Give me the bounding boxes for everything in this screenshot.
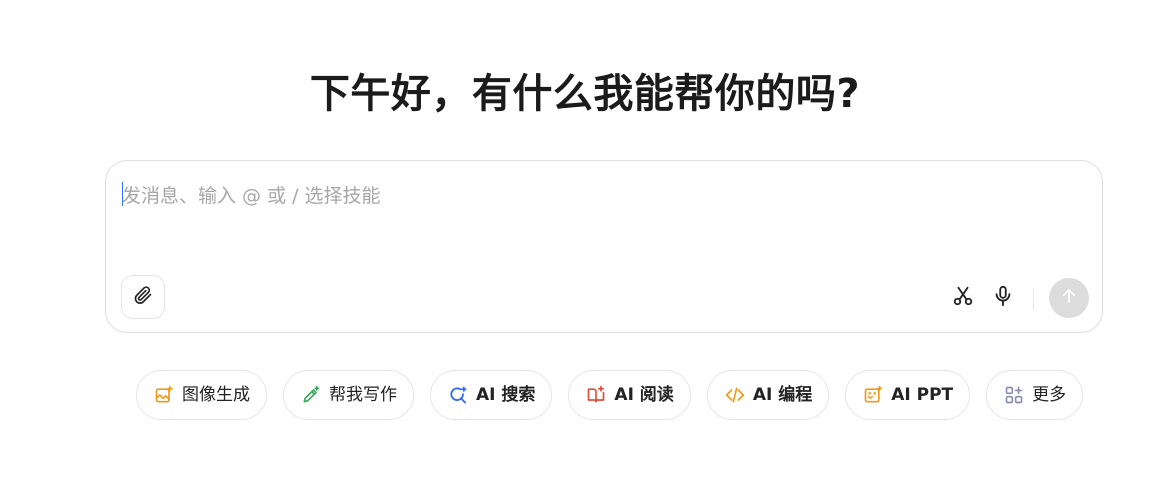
arrow-up-icon bbox=[1060, 287, 1078, 309]
chip-label: AI 搜索 bbox=[476, 385, 536, 405]
send-button[interactable] bbox=[1049, 278, 1089, 318]
code-icon bbox=[725, 385, 745, 405]
chip-ai-search[interactable]: AI 搜索 bbox=[430, 370, 553, 420]
page-title: 下午好，有什么我能帮你的吗? bbox=[309, 71, 861, 117]
attach-button[interactable] bbox=[121, 275, 165, 319]
chip-ai-reading[interactable]: AI 阅读 bbox=[568, 370, 691, 420]
chat-composer bbox=[105, 160, 1103, 333]
chip-label: AI 编程 bbox=[752, 385, 813, 405]
search-sparkle-icon bbox=[448, 385, 468, 405]
chip-label: 更多 bbox=[1032, 385, 1067, 405]
microphone-icon bbox=[992, 285, 1014, 311]
grid-more-icon bbox=[1004, 385, 1024, 405]
scissors-icon bbox=[952, 285, 974, 311]
chip-more[interactable]: 更多 bbox=[986, 370, 1084, 420]
message-input[interactable] bbox=[122, 179, 1082, 213]
chip-writing[interactable]: 帮我写作 bbox=[283, 370, 414, 420]
pen-sparkle-icon bbox=[301, 385, 321, 405]
chip-label: AI PPT bbox=[891, 385, 954, 405]
voice-input-button[interactable] bbox=[989, 284, 1017, 312]
image-sparkle-icon bbox=[154, 385, 174, 405]
presentation-icon bbox=[863, 385, 883, 405]
chip-label: 帮我写作 bbox=[329, 385, 397, 405]
paperclip-icon bbox=[133, 285, 153, 309]
chip-label: AI 阅读 bbox=[614, 385, 674, 405]
book-open-icon bbox=[586, 385, 606, 405]
chip-ai-ppt[interactable]: AI PPT bbox=[845, 370, 971, 420]
screenshot-button[interactable] bbox=[949, 284, 977, 312]
chip-label: 图像生成 bbox=[182, 385, 250, 405]
chip-ai-coding[interactable]: AI 编程 bbox=[706, 370, 830, 420]
skill-chips: 图像生成 帮我写作 AI 搜索 AI 阅读 AI 编程 AI PPT 更多 bbox=[136, 370, 1084, 422]
toolbar-divider bbox=[1033, 288, 1034, 310]
chip-image-generation[interactable]: 图像生成 bbox=[136, 370, 267, 420]
